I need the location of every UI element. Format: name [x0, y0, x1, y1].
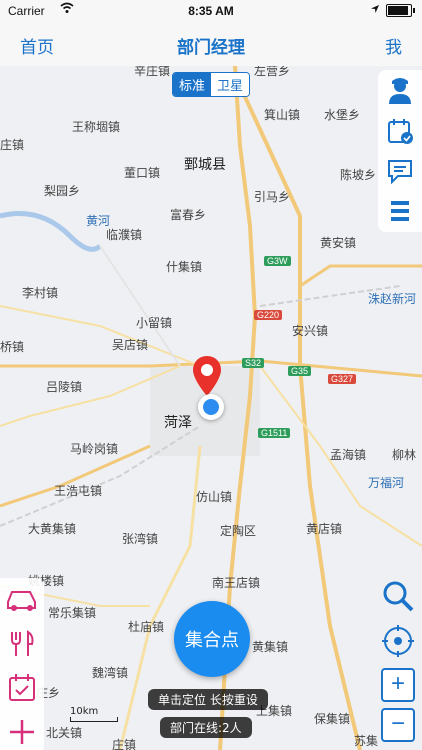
map-type-satellite[interactable]: 卫星 [211, 73, 250, 96]
place-label: 黄店镇 [306, 522, 343, 536]
online-count-tip: 部门在线:2人 [160, 717, 252, 738]
map-scale: 10km [70, 706, 118, 722]
map-type-switch: 标准 卫星 [172, 72, 251, 97]
highway-shield: G1511 [258, 428, 291, 438]
clock: 8:35 AM [188, 4, 234, 18]
calendar-check-icon[interactable] [383, 114, 417, 148]
map-view[interactable]: 标准 卫星 辛庄镇 左营乡 王称堌镇 箕山镇 水堡乡 庄镇 董口镇 鄄城县 陈坡… [0, 66, 422, 750]
restaurant-icon[interactable] [0, 622, 44, 666]
message-icon[interactable] [383, 154, 417, 188]
zoom-out-button[interactable]: − [381, 708, 415, 742]
place-label: 马岭岗镇 [70, 442, 119, 456]
status-bar: Carrier 8:35 AM [0, 0, 422, 22]
scale-label: 10km [70, 706, 99, 717]
place-label: 杜庙镇 [128, 620, 165, 634]
place-label: 安兴镇 [292, 324, 329, 338]
place-label: 孟海镇 [330, 448, 367, 462]
location-arrow-icon [370, 3, 380, 17]
me-link[interactable]: 我 [385, 33, 402, 58]
place-label: 王称堌镇 [72, 120, 121, 134]
person-icon[interactable] [383, 74, 417, 108]
place-label: 引马乡 [254, 190, 291, 204]
place-label: 洙赵新河 [368, 292, 417, 306]
place-label: 万福河 [368, 476, 405, 490]
place-label: 什集镇 [166, 260, 203, 274]
right-toolbar [378, 70, 422, 232]
place-label: 黄集镇 [252, 640, 289, 654]
place-label: 张湾镇 [122, 532, 159, 546]
place-label: 南王店镇 [212, 576, 261, 590]
zoom-controls: + − [378, 578, 418, 742]
highway-shield: G3W [264, 256, 291, 266]
place-label: 桥镇 [0, 340, 25, 354]
gather-point-button[interactable]: 集合点 [174, 601, 250, 677]
place-label: 保集镇 [314, 712, 351, 726]
place-label: 小留镇 [136, 316, 173, 330]
place-label: 陈坡乡 [340, 168, 377, 182]
map-type-standard[interactable]: 标准 [173, 73, 212, 96]
place-label: 吕陵镇 [46, 380, 83, 394]
place-label: 仿山镇 [196, 490, 233, 504]
place-label: 富春乡 [170, 208, 207, 222]
page-title: 部门经理 [177, 38, 245, 58]
place-label: 李村镇 [22, 286, 59, 300]
zoom-in-button[interactable]: + [381, 668, 415, 702]
calendar-icon[interactable] [0, 666, 44, 710]
place-label: 庄镇 [112, 738, 137, 750]
place-label: 吴店镇 [112, 338, 149, 352]
scale-bar [70, 717, 118, 722]
menu-icon[interactable] [383, 194, 417, 228]
add-icon[interactable] [0, 710, 44, 750]
place-label: 庄镇 [0, 138, 25, 152]
place-label: 鄄城县 [184, 157, 226, 173]
current-location-dot [198, 394, 224, 420]
place-label: 菏泽 [164, 415, 192, 431]
place-label: 箕山镇 [264, 108, 301, 122]
place-label: 王浩屯镇 [54, 484, 103, 498]
place-label: 魏湾镇 [92, 666, 129, 680]
left-toolbar [0, 578, 44, 750]
highway-shield: G35 [288, 366, 312, 376]
highway-shield: S32 [242, 358, 265, 368]
place-label: 大黄集镇 [28, 522, 77, 536]
locate-icon[interactable] [381, 624, 415, 662]
highway-shield: G327 [328, 374, 357, 384]
place-label: 左营乡 [254, 66, 291, 78]
highway-shield: G220 [254, 310, 283, 320]
place-label: 柳林 [392, 448, 417, 462]
car-icon[interactable] [0, 578, 44, 622]
nav-bar: 首页 部门经理 我 [0, 22, 422, 67]
place-label: 辛庄镇 [134, 66, 171, 78]
place-label: 临濮镇 [106, 228, 143, 242]
locate-tip: 单击定位 长按重设 [148, 689, 268, 710]
place-label: 常乐集镇 [48, 606, 97, 620]
place-label: 黄安镇 [320, 236, 357, 250]
search-icon[interactable] [380, 578, 416, 618]
place-label: 北关镇 [46, 726, 83, 740]
battery-icon [386, 3, 415, 17]
place-label: 定陶区 [220, 524, 257, 538]
place-label: 董口镇 [124, 166, 161, 180]
place-label: 苏集 [354, 734, 379, 748]
place-label: 水堡乡 [324, 108, 361, 122]
place-label: 梨园乡 [44, 184, 81, 198]
